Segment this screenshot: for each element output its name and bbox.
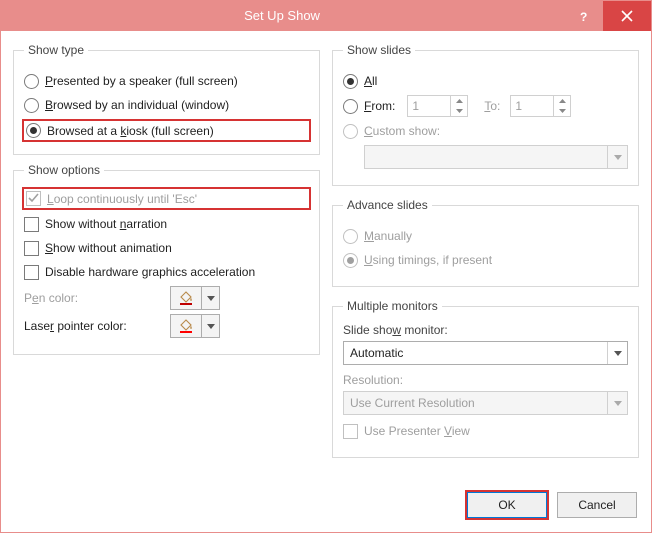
check-loop-continuously: Loop continuously until 'Esc' — [22, 187, 311, 210]
group-show-slides: Show slides All From: To: — [332, 43, 639, 186]
radio-icon — [343, 99, 358, 114]
radio-icon — [343, 229, 358, 244]
cancel-button[interactable]: Cancel — [557, 492, 637, 518]
checkbox-label: Show without narration — [45, 217, 167, 231]
chevron-down-icon — [559, 109, 566, 113]
radio-label: Custom show: — [364, 124, 440, 138]
radio-icon — [26, 123, 41, 138]
paint-bucket-icon — [177, 317, 195, 335]
checkbox-label: Use Presenter View — [364, 424, 470, 438]
radio-label: Presented by a speaker (full screen) — [45, 74, 238, 88]
from-value[interactable] — [408, 96, 450, 116]
chevron-down-icon — [207, 296, 215, 301]
radio-label: Manually — [364, 229, 412, 243]
radio-presented-speaker[interactable]: Presented by a speaker (full screen) — [24, 71, 309, 91]
radio-icon — [343, 124, 358, 139]
spinner-up[interactable] — [451, 96, 467, 106]
slide-show-monitor-combo[interactable]: Automatic — [343, 341, 628, 365]
pen-color-row: Pen color: — [24, 286, 309, 310]
svg-text:?: ? — [580, 10, 587, 23]
group-show-type: Show type Presented by a speaker (full s… — [13, 43, 320, 155]
from-label: From: — [364, 99, 395, 113]
spinner-down[interactable] — [451, 106, 467, 116]
slide-show-monitor-label: Slide show monitor: — [343, 323, 628, 337]
check-without-animation[interactable]: Show without animation — [24, 238, 309, 258]
chevron-up-icon — [456, 99, 463, 103]
combo-value: Use Current Resolution — [344, 392, 607, 414]
resolution-label: Resolution: — [343, 373, 628, 387]
radio-label: Browsed at a kiosk (full screen) — [47, 124, 214, 138]
radio-using-timings: Using timings, if present — [343, 250, 628, 270]
radio-browsed-individual[interactable]: Browsed by an individual (window) — [24, 95, 309, 115]
checkmark-icon — [28, 193, 39, 204]
resolution-combo: Use Current Resolution — [343, 391, 628, 415]
radio-label: Browsed by an individual (window) — [45, 98, 229, 112]
chevron-down-icon — [614, 155, 622, 160]
chevron-down-icon — [456, 109, 463, 113]
radio-label: All — [364, 74, 377, 88]
radio-label: Using timings, if present — [364, 253, 492, 267]
dialog-set-up-show: Set Up Show ? Show type Presented by a s… — [0, 0, 652, 533]
checkbox-icon — [24, 241, 39, 256]
custom-show-combo — [364, 145, 628, 169]
checkbox-label: Disable hardware graphics acceleration — [45, 265, 255, 279]
dialog-title: Set Up Show — [1, 1, 563, 31]
checkbox-icon — [343, 424, 358, 439]
group-show-options-label: Show options — [24, 163, 104, 177]
to-value[interactable] — [511, 96, 553, 116]
radio-custom-show: Custom show: — [343, 121, 628, 141]
checkbox-label: Show without animation — [45, 241, 172, 255]
checkbox-icon — [24, 265, 39, 280]
combo-value: Automatic — [344, 342, 607, 364]
group-show-type-label: Show type — [24, 43, 88, 57]
help-icon: ? — [577, 9, 589, 23]
close-icon — [621, 10, 633, 22]
dialog-footer: OK Cancel — [467, 492, 637, 518]
to-spinner[interactable] — [510, 95, 571, 117]
chevron-up-icon — [559, 99, 566, 103]
laser-color-row: Laser pointer color: — [24, 314, 309, 338]
spinner-up[interactable] — [554, 96, 570, 106]
ok-button[interactable]: OK — [467, 492, 547, 518]
to-label: To: — [484, 99, 500, 113]
check-presenter-view: Use Presenter View — [343, 421, 628, 441]
checkbox-icon — [26, 191, 41, 206]
pen-color-button[interactable] — [170, 286, 220, 310]
radio-icon — [24, 74, 39, 89]
from-spinner[interactable] — [407, 95, 468, 117]
close-button[interactable] — [603, 1, 651, 31]
titlebar: Set Up Show ? — [1, 1, 651, 31]
radio-browsed-kiosk[interactable]: Browsed at a kiosk (full screen) — [22, 119, 311, 142]
group-advance-slides-label: Advance slides — [343, 198, 432, 212]
laser-color-label: Laser pointer color: — [24, 319, 164, 333]
paint-bucket-icon — [177, 289, 195, 307]
radio-all-slides[interactable]: All — [343, 71, 628, 91]
checkbox-icon — [24, 217, 39, 232]
group-advance-slides: Advance slides Manually Using timings, i… — [332, 198, 639, 287]
chevron-down-icon — [614, 351, 622, 356]
check-disable-graphics[interactable]: Disable hardware graphics acceleration — [24, 262, 309, 282]
custom-show-combo-row — [343, 145, 628, 169]
radio-icon — [343, 253, 358, 268]
radio-manually: Manually — [343, 226, 628, 246]
spinner-down[interactable] — [554, 106, 570, 116]
pen-color-label: Pen color: — [24, 291, 164, 305]
radio-icon — [343, 74, 358, 89]
combo-value — [365, 146, 607, 168]
right-column: Show slides All From: To: — [332, 43, 639, 518]
chevron-down-icon — [614, 401, 622, 406]
group-multiple-monitors-label: Multiple monitors — [343, 299, 442, 313]
group-show-options: Show options Loop continuously until 'Es… — [13, 163, 320, 355]
radio-from-to[interactable]: From: To: — [343, 95, 628, 117]
check-without-narration[interactable]: Show without narration — [24, 214, 309, 234]
checkbox-label: Loop continuously until 'Esc' — [47, 192, 197, 206]
radio-icon — [24, 98, 39, 113]
group-show-slides-label: Show slides — [343, 43, 415, 57]
laser-color-button[interactable] — [170, 314, 220, 338]
left-column: Show type Presented by a speaker (full s… — [13, 43, 320, 518]
dialog-body: Show type Presented by a speaker (full s… — [1, 31, 651, 532]
chevron-down-icon — [207, 324, 215, 329]
help-button[interactable]: ? — [563, 1, 603, 31]
group-multiple-monitors: Multiple monitors Slide show monitor: Au… — [332, 299, 639, 458]
